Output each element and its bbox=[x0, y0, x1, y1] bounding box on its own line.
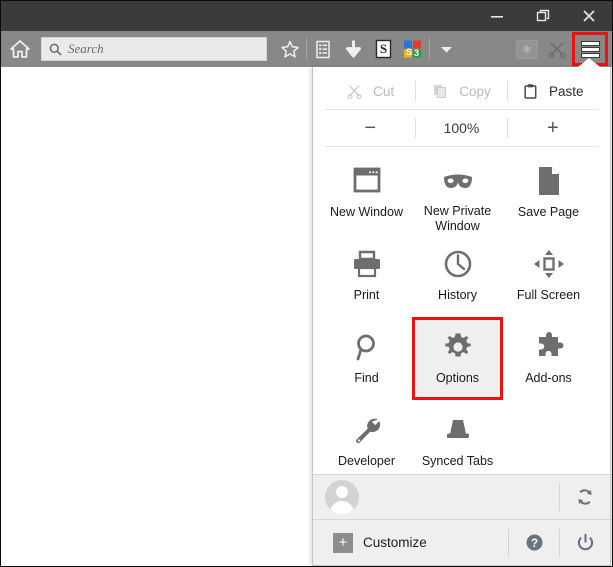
toolbar-divider bbox=[306, 38, 307, 60]
panel-arrow-notch bbox=[578, 58, 600, 67]
menu-item-label: Developer bbox=[338, 454, 395, 468]
signin-row[interactable] bbox=[313, 474, 610, 520]
printer-icon bbox=[351, 246, 383, 282]
navigation-toolbar: Search S S 3 ✱ bbox=[1, 31, 612, 67]
menu-item-history[interactable]: History bbox=[412, 234, 503, 317]
reading-list-icon bbox=[316, 40, 330, 58]
home-icon bbox=[10, 40, 30, 58]
svg-text:3: 3 bbox=[414, 48, 419, 58]
google-s3-icon: S 3 bbox=[404, 40, 421, 58]
new-window-icon bbox=[351, 163, 383, 199]
cut-button[interactable]: Cut bbox=[325, 74, 415, 108]
zoom-controls-row: − 100% + bbox=[325, 110, 598, 147]
menu-item-label: Synced Tabs bbox=[421, 454, 494, 468]
menu-item-new-window[interactable]: New Window bbox=[321, 151, 412, 234]
sync-icon bbox=[578, 489, 592, 505]
menu-item-label: Add-ons bbox=[525, 371, 572, 385]
svg-text:S: S bbox=[379, 41, 386, 56]
bookmark-star-button[interactable] bbox=[275, 33, 305, 65]
menu-item-print[interactable]: Print bbox=[321, 234, 412, 317]
clock-icon bbox=[443, 246, 473, 282]
menu-item-label: Full Screen bbox=[516, 288, 581, 302]
customize-label[interactable]: Customize bbox=[363, 535, 427, 550]
close-button[interactable] bbox=[566, 1, 612, 31]
menu-item-label: Print bbox=[353, 288, 380, 302]
menu-item-developer[interactable]: Developer bbox=[321, 400, 412, 483]
customize-row: + Customize ? bbox=[313, 520, 610, 565]
menu-item-synced-tabs[interactable]: Synced Tabs bbox=[412, 400, 503, 483]
menu-item-label: Save Page bbox=[517, 205, 580, 219]
avatar-icon bbox=[325, 480, 359, 514]
search-placeholder: Search bbox=[68, 41, 104, 56]
menu-item-new-private-window[interactable]: New Private Window bbox=[412, 151, 503, 234]
help-button[interactable]: ? bbox=[509, 521, 559, 565]
synced-tabs-icon bbox=[442, 412, 474, 448]
hamburger-icon bbox=[580, 40, 600, 59]
menu-item-label: New Private Window bbox=[423, 204, 492, 233]
edit-controls-row: Cut Copy Paste bbox=[325, 73, 598, 110]
search-input[interactable]: Search bbox=[41, 37, 267, 61]
paste-label: Paste bbox=[549, 83, 584, 99]
scissors-icon bbox=[547, 41, 566, 59]
svg-text:S: S bbox=[406, 47, 412, 57]
zoom-level-label[interactable]: 100% bbox=[416, 111, 506, 145]
asterisk-box-icon: ✱ bbox=[516, 39, 538, 59]
s-letter-button[interactable]: S bbox=[368, 33, 398, 65]
plus-icon[interactable]: + bbox=[333, 532, 353, 553]
menu-item-label: Find bbox=[354, 371, 379, 385]
clipboard-icon bbox=[524, 83, 537, 99]
page-icon bbox=[536, 163, 562, 199]
menu-item-save-page[interactable]: Save Page bbox=[503, 151, 594, 234]
restore-icon bbox=[536, 9, 550, 22]
menu-item-label: New Window bbox=[330, 205, 403, 219]
menu-item-find[interactable]: Find bbox=[321, 317, 412, 400]
clip-scissors-button[interactable] bbox=[542, 33, 572, 65]
copy-icon bbox=[434, 84, 447, 98]
copy-button[interactable]: Copy bbox=[416, 74, 506, 108]
downloads-arrow-icon bbox=[345, 40, 361, 58]
zoom-out-button[interactable]: − bbox=[325, 111, 415, 145]
google-s3-button[interactable]: S 3 bbox=[398, 33, 428, 65]
wrench-icon bbox=[352, 412, 382, 448]
menu-grid: New Window New Private Window Save Page … bbox=[321, 151, 602, 483]
mask-icon bbox=[441, 163, 475, 198]
minimize-icon bbox=[491, 16, 503, 18]
search-icon bbox=[49, 43, 62, 56]
menu-item-label: History bbox=[438, 288, 477, 302]
copy-label: Copy bbox=[459, 83, 491, 99]
downloads-button[interactable] bbox=[338, 33, 368, 65]
menu-item-label: Options bbox=[435, 371, 480, 385]
more-dropdown-button[interactable] bbox=[431, 33, 461, 65]
help-icon: ? bbox=[526, 534, 542, 551]
gear-icon bbox=[443, 329, 473, 365]
menu-item-add-ons[interactable]: Add-ons bbox=[503, 317, 594, 400]
title-bar bbox=[1, 1, 612, 31]
restore-button[interactable] bbox=[520, 1, 566, 31]
close-icon bbox=[583, 10, 595, 22]
paste-button[interactable]: Paste bbox=[508, 74, 598, 108]
toolbar-divider-2 bbox=[429, 38, 430, 60]
s-letter-icon: S bbox=[375, 39, 391, 59]
home-button[interactable] bbox=[3, 32, 37, 66]
puzzle-icon bbox=[534, 329, 564, 365]
minimize-button[interactable] bbox=[474, 1, 520, 31]
menu-item-full-screen[interactable]: Full Screen bbox=[503, 234, 594, 317]
browser-menu-panel: Cut Copy Paste − 100% + New Window New P… bbox=[312, 58, 611, 566]
svg-text:?: ? bbox=[530, 538, 537, 550]
zoom-in-button[interactable]: + bbox=[508, 111, 598, 145]
fullscreen-icon bbox=[533, 246, 565, 282]
cut-label: Cut bbox=[373, 83, 395, 99]
sync-button[interactable] bbox=[560, 475, 610, 519]
browser-window: Search S S 3 ✱ Cut Copy Paste − 100% + N… bbox=[0, 0, 613, 567]
magnifier-icon bbox=[353, 329, 381, 365]
bookmark-star-icon bbox=[281, 40, 299, 58]
reading-list-button[interactable] bbox=[308, 33, 338, 65]
asterisk-box-button[interactable]: ✱ bbox=[512, 33, 542, 65]
power-button[interactable] bbox=[560, 521, 610, 565]
power-icon bbox=[577, 533, 593, 551]
menu-item-options[interactable]: Options bbox=[412, 317, 503, 400]
scissors-icon bbox=[347, 84, 362, 99]
chevron-down-icon bbox=[440, 46, 452, 52]
